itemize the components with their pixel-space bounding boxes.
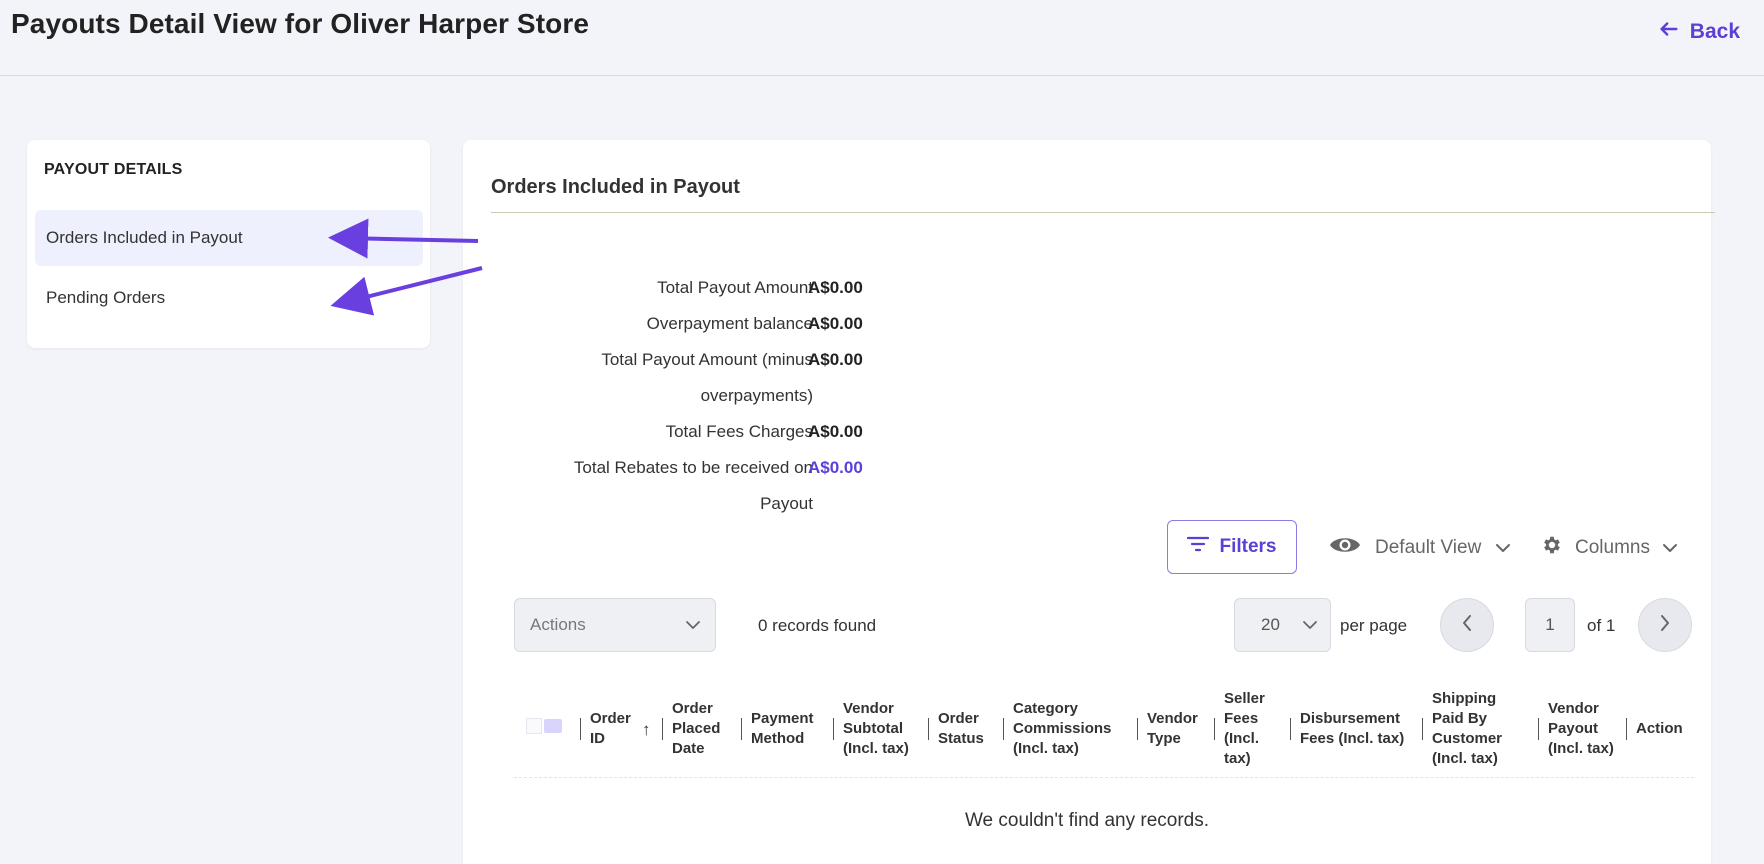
- page-number-value: 1: [1545, 615, 1555, 634]
- summary-label: Total Rebates to be received on Payout: [573, 458, 813, 513]
- chevron-down-icon: [685, 615, 701, 635]
- columns-label: Columns: [1575, 537, 1650, 558]
- column-separator: [928, 718, 929, 740]
- column-separator: [1538, 718, 1539, 740]
- actions-placeholder: Actions: [530, 615, 586, 634]
- filters-button[interactable]: Filters: [1167, 520, 1297, 574]
- column-label: Disbursement Fees (Incl. tax): [1300, 710, 1405, 747]
- back-label: Back: [1689, 20, 1740, 43]
- gear-icon: [1541, 534, 1563, 562]
- column-category-commissions[interactable]: Category Commissions (Incl. tax): [1003, 680, 1133, 778]
- summary-label: Total Fees Charges: [665, 422, 813, 441]
- chevron-down-icon: [1495, 537, 1511, 559]
- column-order-placed-date[interactable]: Order Placed Date: [662, 680, 738, 778]
- sort-ascending-icon[interactable]: ↑: [642, 720, 651, 740]
- columns-dropdown[interactable]: Columns: [1541, 530, 1678, 566]
- column-seller-fees[interactable]: Seller Fees (Incl. tax): [1214, 680, 1280, 778]
- column-order-id[interactable]: Order ID: [580, 680, 650, 778]
- eye-icon: [1329, 534, 1361, 562]
- column-vendor-payout[interactable]: Vendor Payout (Incl. tax): [1538, 680, 1618, 778]
- actions-select[interactable]: Actions: [514, 598, 716, 652]
- column-separator: [1214, 718, 1215, 740]
- column-separator: [741, 718, 742, 740]
- section-divider: [491, 212, 1715, 213]
- summary-label: Total Payout Amount: [657, 278, 813, 297]
- summary-value: A$0.00: [808, 314, 863, 333]
- column-vendor-type[interactable]: Vendor Type: [1137, 680, 1207, 778]
- chevron-down-icon[interactable]: [544, 719, 562, 733]
- column-separator: [1626, 718, 1627, 740]
- chevron-right-icon: [1659, 614, 1671, 637]
- column-label: Order Placed Date: [672, 700, 721, 757]
- previous-page-button[interactable]: [1440, 598, 1494, 652]
- view-dropdown[interactable]: Default View: [1329, 530, 1511, 566]
- column-label: Action: [1636, 720, 1683, 737]
- next-page-button[interactable]: [1638, 598, 1692, 652]
- payout-details-nav: PAYOUT DETAILS Orders Included in Payout…: [27, 140, 430, 348]
- column-label: Order ID: [590, 710, 631, 747]
- column-separator: [662, 718, 663, 740]
- column-order-status[interactable]: Order Status: [928, 680, 998, 778]
- per-page-label: per page: [1340, 616, 1408, 635]
- column-label: Seller Fees (Incl. tax): [1224, 690, 1265, 767]
- arrow-left-icon: [1658, 18, 1680, 46]
- sidebar-item-label: Pending Orders: [46, 288, 166, 307]
- column-action: Action: [1626, 680, 1694, 778]
- column-separator: [1422, 718, 1423, 740]
- chevron-down-icon: [1662, 537, 1678, 559]
- top-bar: Payouts Detail View for Oliver Harper St…: [0, 0, 1764, 76]
- summary-label: Overpayment balance: [646, 314, 813, 333]
- sidebar-item-pending-orders[interactable]: Pending Orders: [35, 270, 423, 326]
- back-button[interactable]: Back: [1658, 18, 1740, 46]
- sidebar-item-label: Orders Included in Payout: [46, 228, 243, 247]
- page-total: of 1: [1587, 616, 1616, 635]
- main-panel: Orders Included in Payout Total Payout A…: [463, 140, 1715, 864]
- summary-value: A$0.00: [808, 350, 863, 369]
- checkbox-box: [526, 718, 542, 734]
- chevron-left-icon: [1461, 614, 1473, 637]
- per-page-select[interactable]: 20: [1234, 598, 1331, 652]
- summary-label: Total Payout Amount (minus overpayments): [601, 350, 813, 405]
- filter-icon: [1187, 535, 1210, 559]
- summary-value: A$0.00: [808, 422, 863, 441]
- page-number-input[interactable]: 1: [1525, 598, 1575, 652]
- column-vendor-subtotal[interactable]: Vendor Subtotal (Incl. tax): [833, 680, 923, 778]
- records-count: 0 records found: [758, 616, 877, 635]
- column-label: Payment Method: [751, 710, 814, 747]
- column-label: Vendor Payout (Incl. tax): [1548, 700, 1614, 757]
- column-shipping-paid[interactable]: Shipping Paid By Customer (Incl. tax): [1422, 680, 1532, 778]
- column-disbursement-fees[interactable]: Disbursement Fees (Incl. tax): [1290, 680, 1420, 778]
- chevron-down-icon: [1302, 615, 1318, 635]
- empty-state-message: We couldn't find any records.: [964, 810, 1210, 831]
- summary-value[interactable]: A$0.00: [808, 450, 863, 486]
- column-separator: [833, 718, 834, 740]
- per-page-value: 20: [1261, 615, 1280, 634]
- column-payment-method[interactable]: Payment Method: [741, 680, 831, 778]
- sidebar-heading: PAYOUT DETAILS: [44, 161, 183, 178]
- column-separator: [1003, 718, 1004, 740]
- table-header: Order ID ↑ Order Placed Date Payment Met…: [514, 680, 1694, 778]
- summary-value: A$0.00: [808, 278, 863, 297]
- column-label: Vendor Subtotal (Incl. tax): [843, 700, 909, 757]
- column-label: Vendor Type: [1147, 710, 1198, 747]
- section-title: Orders Included in Payout: [491, 176, 740, 198]
- column-label: Category Commissions (Incl. tax): [1013, 700, 1112, 757]
- sidebar-item-orders-included[interactable]: Orders Included in Payout: [35, 210, 423, 266]
- column-label: Order Status: [938, 710, 984, 747]
- column-separator: [1137, 718, 1138, 740]
- view-label: Default View: [1375, 537, 1482, 558]
- column-separator: [1290, 718, 1291, 740]
- page-title: Payouts Detail View for Oliver Harper St…: [11, 8, 589, 39]
- select-all-checkbox[interactable]: [526, 717, 562, 735]
- column-label: Shipping Paid By Customer (Incl. tax): [1432, 690, 1503, 767]
- filters-label: Filters: [1219, 536, 1277, 557]
- column-separator: [580, 718, 581, 740]
